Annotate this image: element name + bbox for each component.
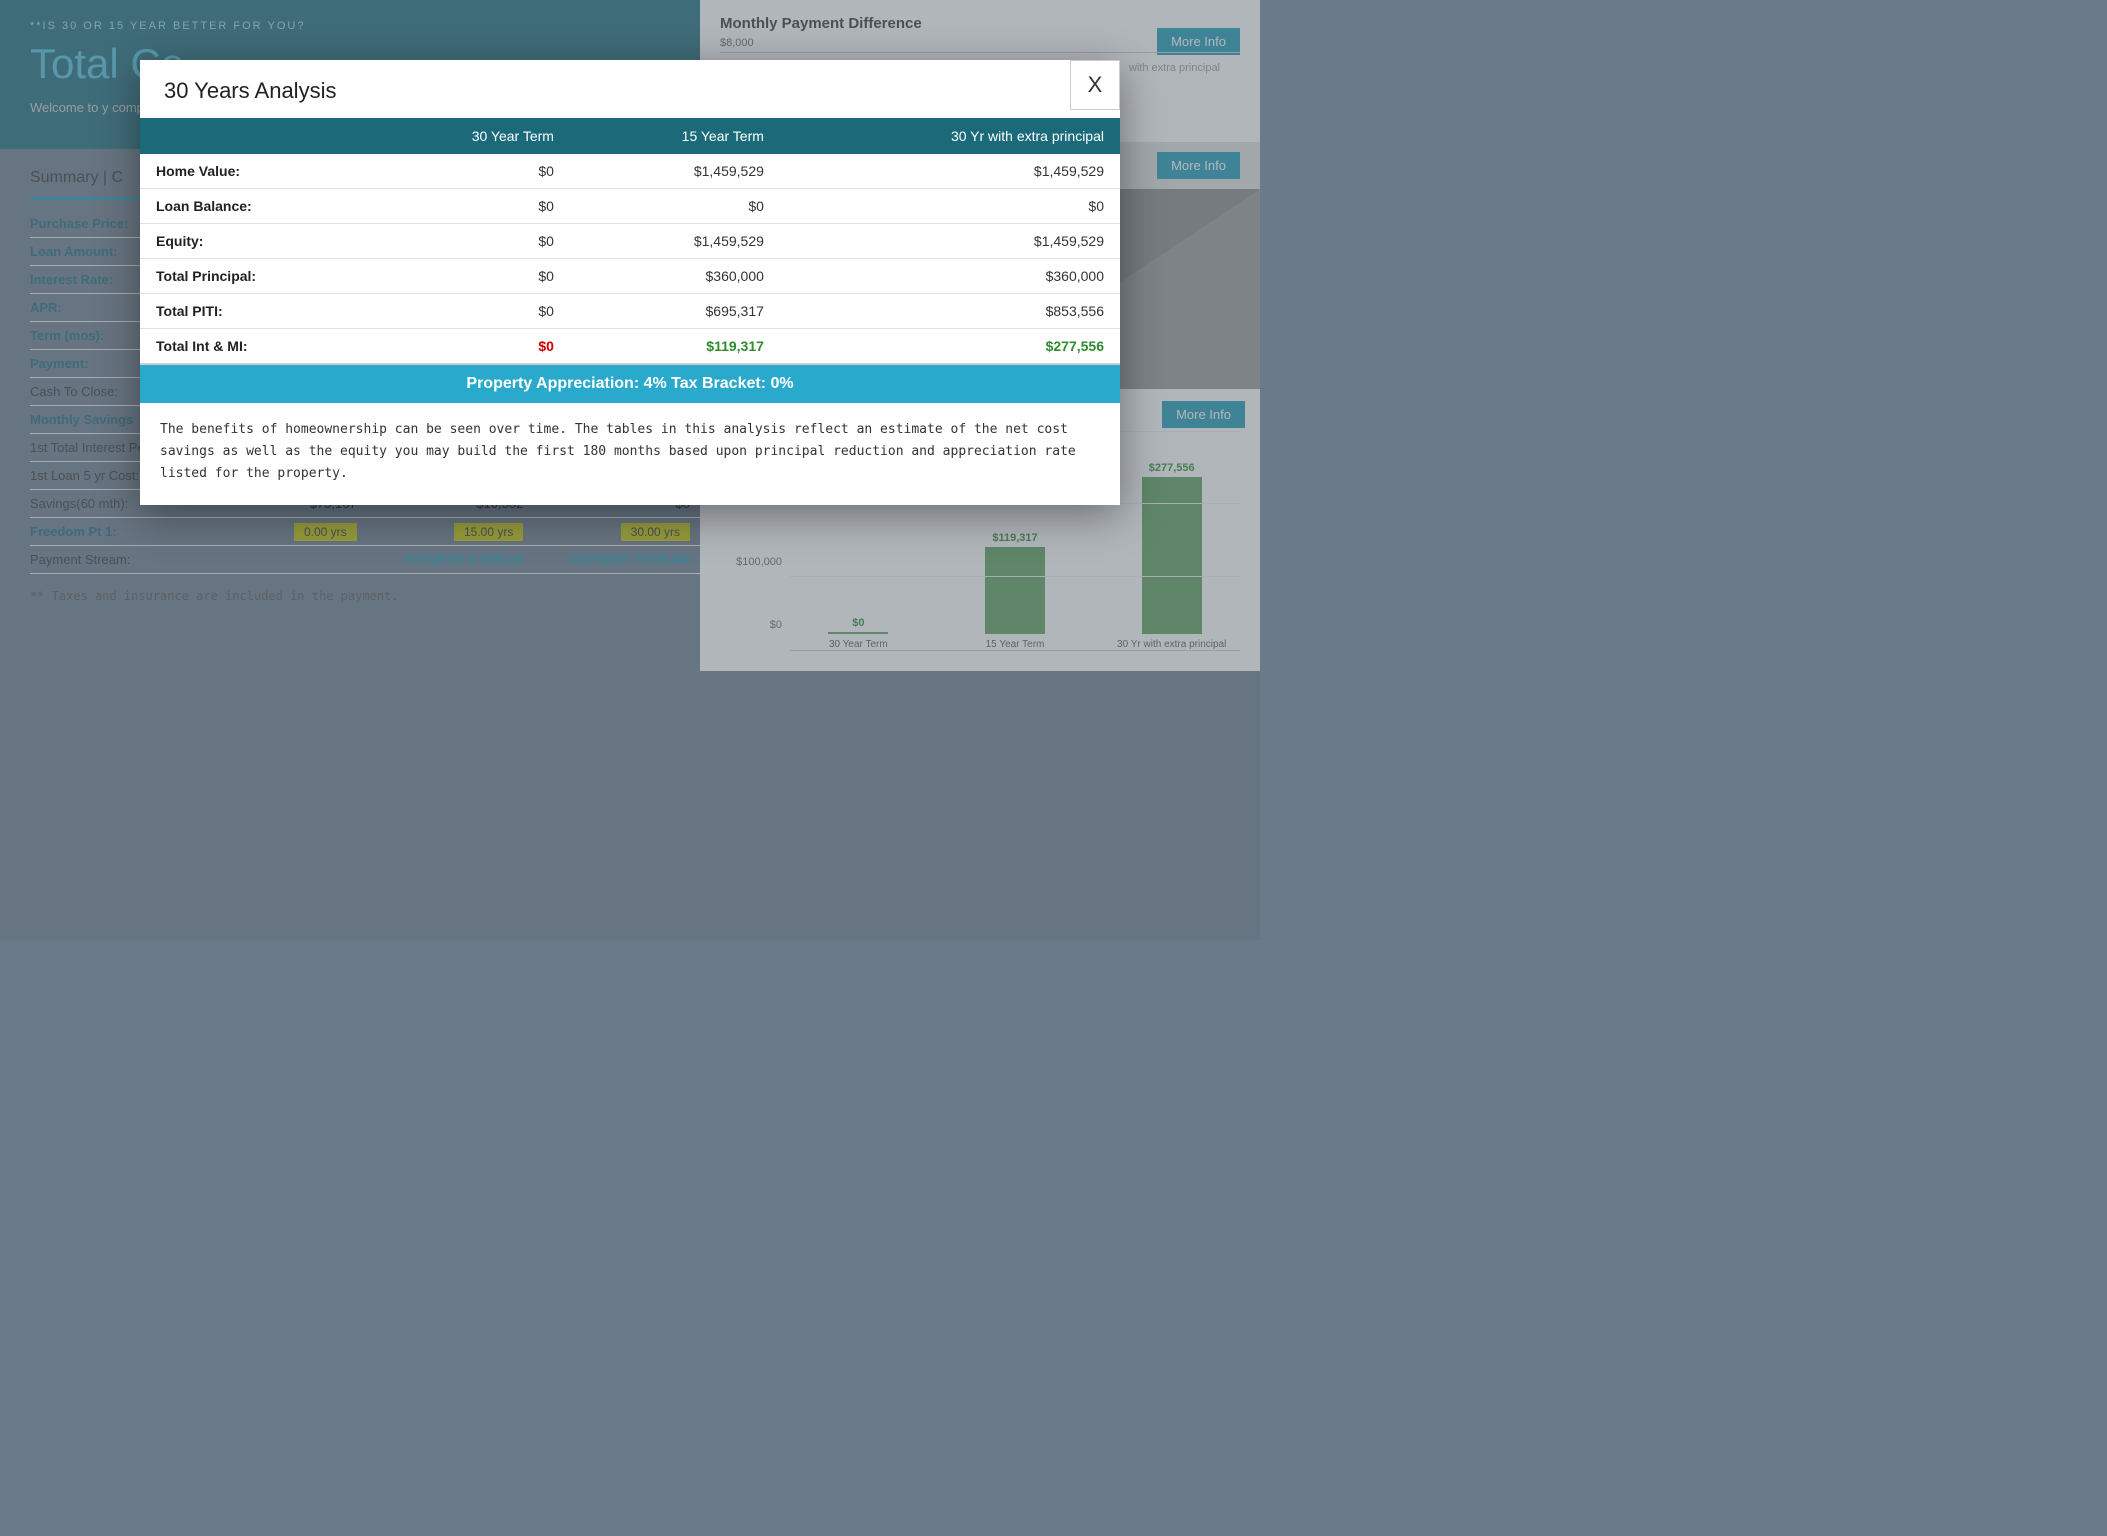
row-val-piti-3: $853,556 xyxy=(780,294,1120,329)
table-row: Total PITI: $0 $695,317 $853,556 xyxy=(140,294,1120,329)
row-label-home-value: Home Value: xyxy=(140,154,360,189)
appreciation-bar: Property Appreciation: 4% Tax Bracket: 0… xyxy=(140,365,1120,403)
analysis-modal: X 30 Years Analysis 30 Year Term 15 Year… xyxy=(140,60,1120,505)
table-row: Equity: $0 $1,459,529 $1,459,529 xyxy=(140,224,1120,259)
row-label-total-piti: Total PITI: xyxy=(140,294,360,329)
table-row: Home Value: $0 $1,459,529 $1,459,529 xyxy=(140,154,1120,189)
modal-close-button[interactable]: X xyxy=(1070,60,1120,110)
row-val-ti-1: $0 xyxy=(360,329,570,365)
row-val-tp-3: $360,000 xyxy=(780,259,1120,294)
total-int-row: Total Int & MI: $0 $119,317 $277,556 xyxy=(140,329,1120,365)
col-header-empty xyxy=(140,118,360,154)
row-val-hv-3: $1,459,529 xyxy=(780,154,1120,189)
row-val-lb-1: $0 xyxy=(360,189,570,224)
modal-overlay: X 30 Years Analysis 30 Year Term 15 Year… xyxy=(0,0,1260,940)
row-label-total-int: Total Int & MI: xyxy=(140,329,360,365)
table-row: Loan Balance: $0 $0 $0 xyxy=(140,189,1120,224)
row-label-total-principal: Total Principal: xyxy=(140,259,360,294)
row-label-loan-balance: Loan Balance: xyxy=(140,189,360,224)
row-val-piti-2: $695,317 xyxy=(570,294,780,329)
row-val-hv-1: $0 xyxy=(360,154,570,189)
col-header-extra: 30 Yr with extra principal xyxy=(780,118,1120,154)
row-val-lb-3: $0 xyxy=(780,189,1120,224)
row-val-tp-2: $360,000 xyxy=(570,259,780,294)
col-header-15yr: 15 Year Term xyxy=(570,118,780,154)
table-row: Total Principal: $0 $360,000 $360,000 xyxy=(140,259,1120,294)
row-val-ti-2: $119,317 xyxy=(570,329,780,365)
row-val-tp-1: $0 xyxy=(360,259,570,294)
row-val-lb-2: $0 xyxy=(570,189,780,224)
row-val-eq-2: $1,459,529 xyxy=(570,224,780,259)
row-val-eq-3: $1,459,529 xyxy=(780,224,1120,259)
row-val-eq-1: $0 xyxy=(360,224,570,259)
row-val-piti-1: $0 xyxy=(360,294,570,329)
analysis-table: 30 Year Term 15 Year Term 30 Yr with ext… xyxy=(140,118,1120,365)
row-val-ti-3: $277,556 xyxy=(780,329,1120,365)
modal-description: The benefits of homeownership can be see… xyxy=(140,403,1120,505)
row-label-equity: Equity: xyxy=(140,224,360,259)
row-val-hv-2: $1,459,529 xyxy=(570,154,780,189)
col-header-30yr: 30 Year Term xyxy=(360,118,570,154)
modal-title: 30 Years Analysis xyxy=(140,60,1120,118)
